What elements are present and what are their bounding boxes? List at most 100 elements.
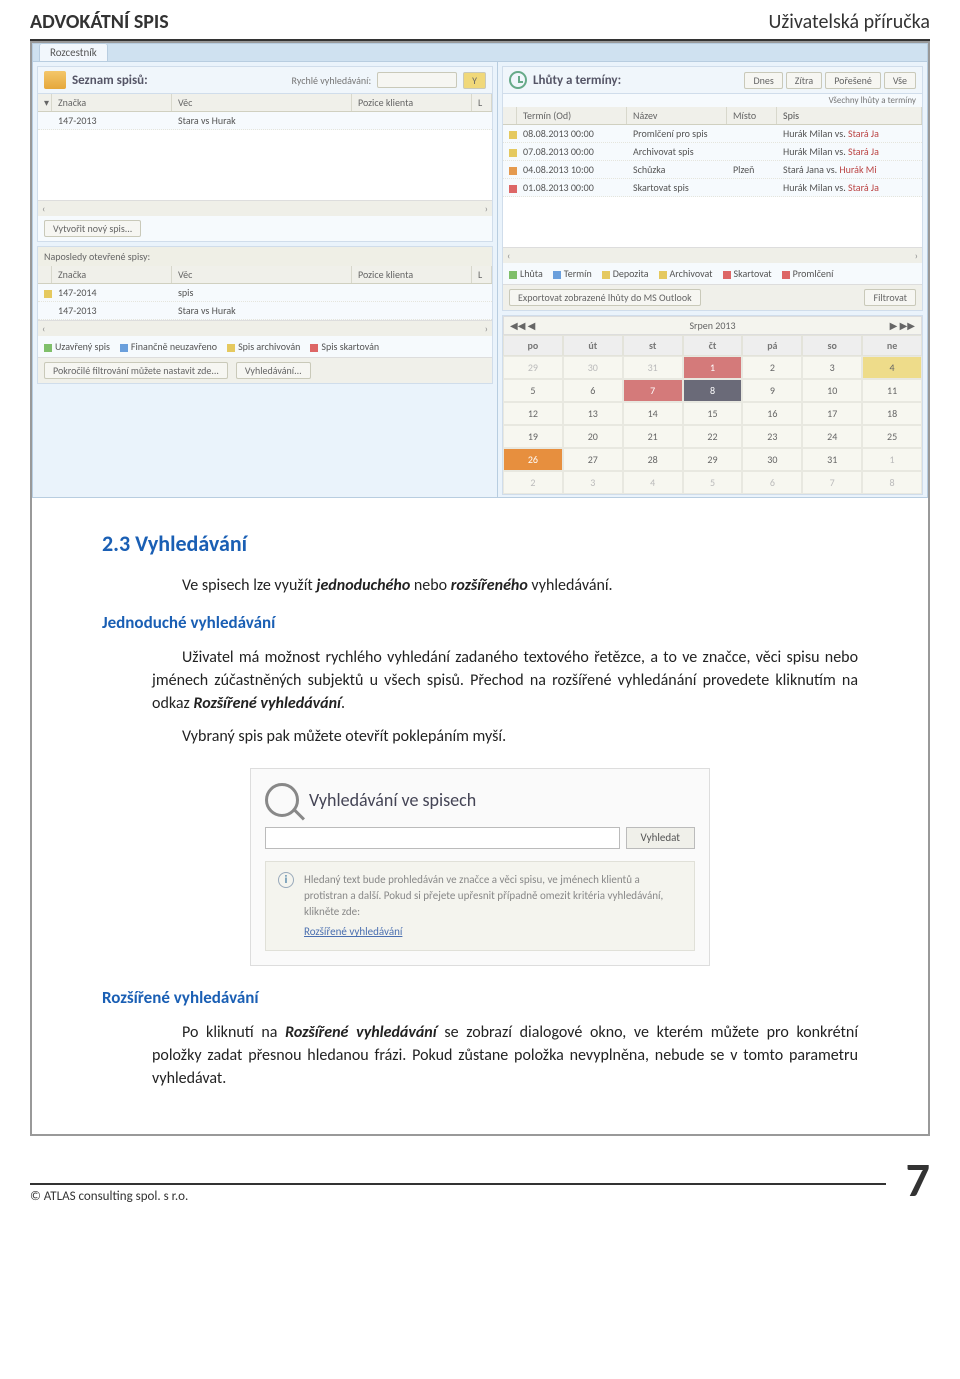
cal-cell[interactable]: 26 <box>503 448 563 471</box>
rcol-l[interactable]: L <box>472 266 492 283</box>
cal-cell[interactable]: 11 <box>862 379 922 402</box>
cal-cell[interactable]: 28 <box>623 448 683 471</box>
header-right: Uživatelská příručka <box>769 10 931 34</box>
filter-range-button[interactable]: Zítra <box>786 72 822 89</box>
cal-cell[interactable]: 17 <box>802 402 862 425</box>
col-vec[interactable]: Věc <box>172 94 352 111</box>
cal-cell[interactable]: 3 <box>802 356 862 379</box>
cal-cell[interactable]: 1 <box>683 356 743 379</box>
legend-item: Archivovat <box>659 267 713 280</box>
copyright: © ATLAS consulting spol. s r.o. <box>30 1183 886 1204</box>
cal-day-head: po <box>503 335 563 356</box>
search-text-input[interactable] <box>265 827 620 849</box>
cal-cell[interactable]: 30 <box>563 356 623 379</box>
subheading-advanced: Rozšířené vyhledávání <box>102 986 858 1011</box>
advanced-filter-button[interactable]: Pokročilé filtrování můžete nastavit zde… <box>44 362 228 379</box>
cal-cell[interactable]: 22 <box>683 425 743 448</box>
cal-cell[interactable]: 18 <box>862 402 922 425</box>
left-column: Seznam spisů: Rychlé vyhledávání: Y ▾ Zn… <box>33 62 498 497</box>
export-outlook-button[interactable]: Exportovat zobrazené lhůty do MS Outlook <box>509 289 701 306</box>
scrollbar3[interactable]: ‹› <box>503 247 922 263</box>
filter-y-button[interactable]: Y <box>463 72 486 89</box>
cal-cell[interactable]: 9 <box>742 379 802 402</box>
table-row[interactable]: 147-2013Stara vs Hurak <box>38 112 492 130</box>
quick-search-input[interactable] <box>377 72 457 88</box>
lcol-nazev[interactable]: Název <box>627 107 727 124</box>
cal-cell[interactable]: 6 <box>742 471 802 494</box>
advanced-search-link[interactable]: Rozšířené vyhledávání <box>304 924 682 940</box>
panel-lhuty: Lhůty a termíny: DnesZítraPořešenéVše Vš… <box>502 66 923 311</box>
cal-cell[interactable]: 15 <box>683 402 743 425</box>
cal-cell[interactable]: 8 <box>862 471 922 494</box>
cal-cell[interactable]: 1 <box>862 448 922 471</box>
all-deadlines-link[interactable]: Všechny lhůty a termíny <box>503 94 922 107</box>
rcol-vec[interactable]: Věc <box>172 266 352 283</box>
subheading-simple: Jednoduché vyhledávání <box>102 611 858 636</box>
table-row[interactable]: 147-2013Stara vs Hurak <box>38 302 492 320</box>
tab-rozcestnik[interactable]: Rozcestník <box>39 43 108 62</box>
cal-cell[interactable]: 5 <box>503 379 563 402</box>
cal-cell[interactable]: 5 <box>683 471 743 494</box>
cal-cell[interactable]: 30 <box>742 448 802 471</box>
cal-day-head: út <box>563 335 623 356</box>
cal-cell[interactable]: 4 <box>862 356 922 379</box>
cal-cell[interactable]: 6 <box>563 379 623 402</box>
filter-range-button[interactable]: Vše <box>884 72 916 89</box>
calendar: ◀◀ ◀ Srpen 2013 ▶ ▶▶ poútstčtpásone 2930… <box>502 315 923 495</box>
cal-cell[interactable]: 21 <box>623 425 683 448</box>
lcol-term[interactable]: Termín (Od) <box>517 107 627 124</box>
col-l[interactable]: L <box>472 94 492 111</box>
panel-title-seznam: Seznam spisů: <box>72 73 148 88</box>
cal-cell[interactable]: 16 <box>742 402 802 425</box>
cal-cell[interactable]: 2 <box>503 471 563 494</box>
cal-cell[interactable]: 7 <box>623 379 683 402</box>
table-row[interactable]: 08.08.2013 00:00Promlčení pro spisHurák … <box>503 125 922 143</box>
scrollbar2[interactable]: ‹› <box>38 320 492 336</box>
cal-cell[interactable]: 29 <box>503 356 563 379</box>
filter-range-button[interactable]: Pořešené <box>825 72 881 89</box>
table-row[interactable]: 01.08.2013 00:00Skartovat spisHurák Mila… <box>503 179 922 197</box>
cal-cell[interactable]: 14 <box>623 402 683 425</box>
legend-item: Depozita <box>602 267 649 280</box>
cal-cell[interactable]: 27 <box>563 448 623 471</box>
cal-cell[interactable]: 31 <box>802 448 862 471</box>
table-row[interactable]: 07.08.2013 00:00Archivovat spisHurák Mil… <box>503 143 922 161</box>
cal-cell[interactable]: 20 <box>563 425 623 448</box>
cal-cell[interactable]: 12 <box>503 402 563 425</box>
para-simple-2: Vybraný spis pak můžete otevřít poklepán… <box>152 725 858 748</box>
section-heading: 2.3 Vyhledávání <box>102 528 858 560</box>
filter-range-button[interactable]: Dnes <box>744 72 782 89</box>
cal-prev[interactable]: ◀◀ ◀ <box>510 319 535 332</box>
lcol-misto[interactable]: Místo <box>727 107 777 124</box>
filter-button[interactable]: Filtrovat <box>864 289 916 306</box>
cal-next[interactable]: ▶ ▶▶ <box>890 319 915 332</box>
col-marker[interactable]: ▾ <box>38 94 52 111</box>
cal-cell[interactable]: 13 <box>563 402 623 425</box>
table-row[interactable]: 147-2014spis <box>38 284 492 302</box>
create-spis-button[interactable]: Vytvořit nový spis... <box>44 220 141 237</box>
cal-cell[interactable]: 4 <box>623 471 683 494</box>
col-pozice[interactable]: Pozice klienta <box>352 94 472 111</box>
scrollbar[interactable]: ‹› <box>38 200 492 216</box>
cal-cell[interactable]: 29 <box>683 448 743 471</box>
folder-icon <box>44 71 66 89</box>
cal-cell[interactable]: 7 <box>802 471 862 494</box>
cal-cell[interactable]: 2 <box>742 356 802 379</box>
cal-day-head: st <box>623 335 683 356</box>
cal-cell[interactable]: 31 <box>623 356 683 379</box>
cal-cell[interactable]: 8 <box>683 379 743 402</box>
cal-cell[interactable]: 23 <box>742 425 802 448</box>
search-button[interactable]: Vyhledávání... <box>236 362 311 379</box>
cal-cell[interactable]: 10 <box>802 379 862 402</box>
lcol-spis[interactable]: Spis <box>777 107 922 124</box>
recent-title: Naposledy otevřené spisy: <box>38 247 492 266</box>
cal-cell[interactable]: 25 <box>862 425 922 448</box>
col-znacka[interactable]: Značka <box>52 94 172 111</box>
rcol-pozice[interactable]: Pozice klienta <box>352 266 472 283</box>
cal-cell[interactable]: 19 <box>503 425 563 448</box>
rcol-znacka[interactable]: Značka <box>52 266 172 283</box>
cal-cell[interactable]: 3 <box>563 471 623 494</box>
search-submit-button[interactable]: Vyhledat <box>626 827 695 849</box>
table-row[interactable]: 04.08.2013 10:00SchůzkaPlzeňStará Jana v… <box>503 161 922 179</box>
cal-cell[interactable]: 24 <box>802 425 862 448</box>
